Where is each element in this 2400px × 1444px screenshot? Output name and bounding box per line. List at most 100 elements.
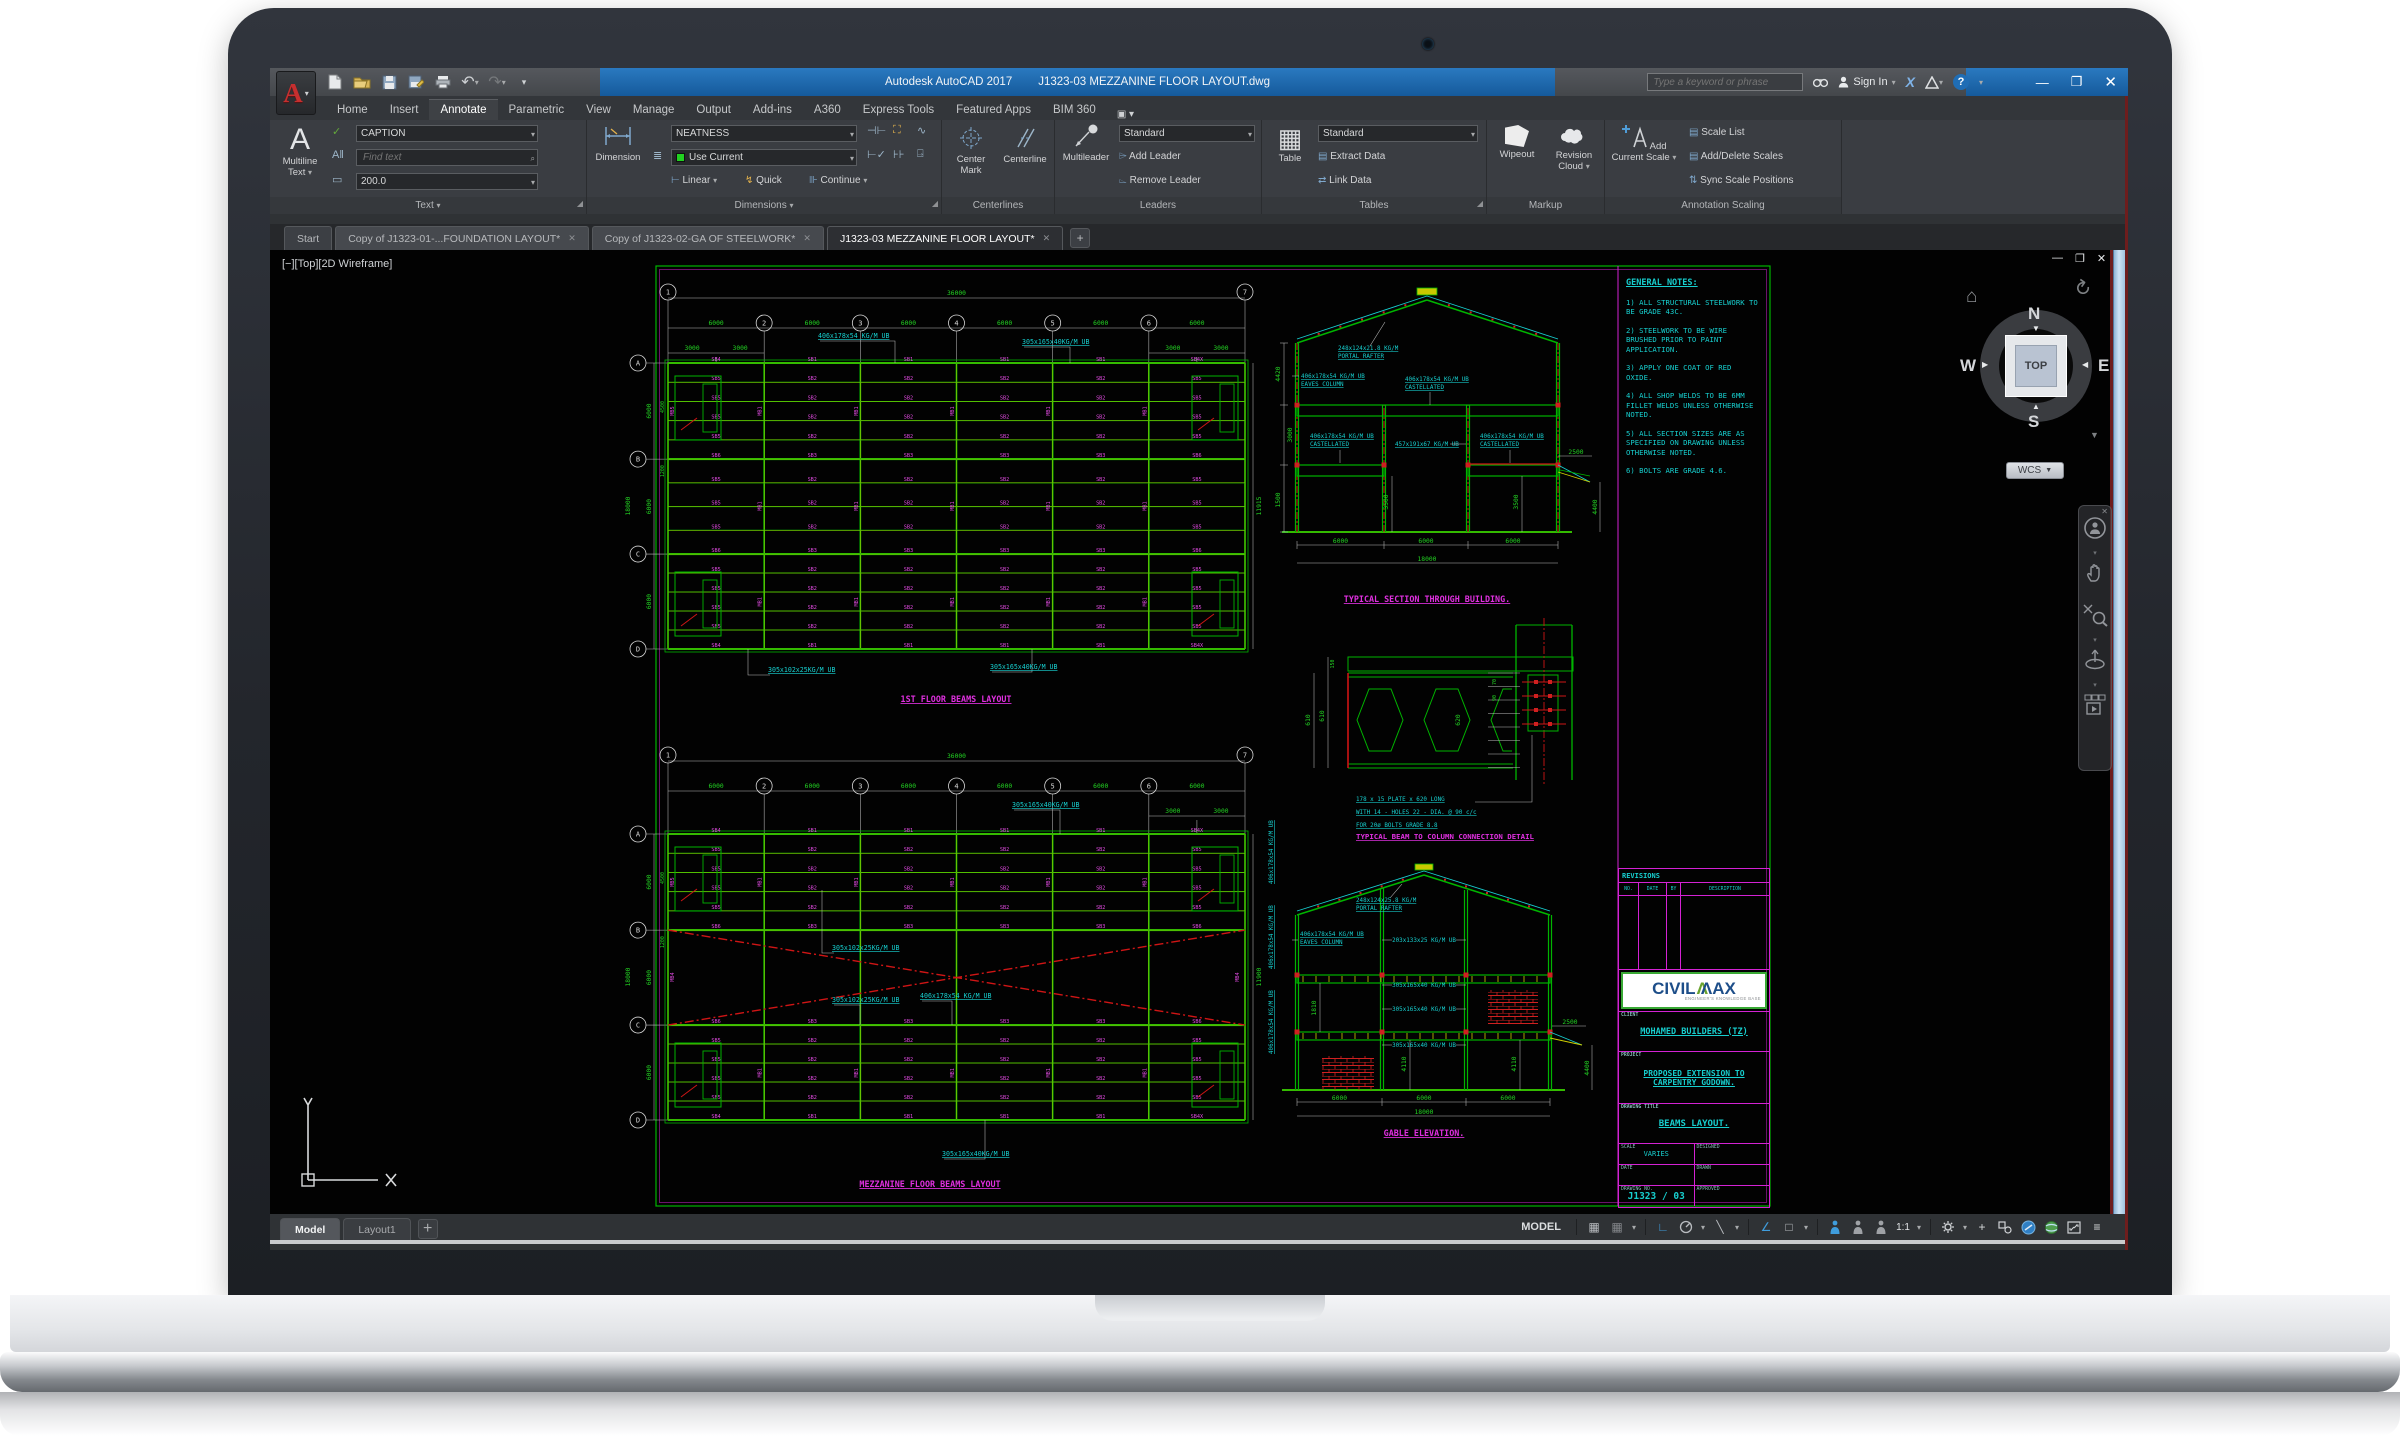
text-height-dropdown[interactable]: 200.0 ▾ <box>356 173 538 190</box>
signin-caret-icon[interactable]: ▾ <box>1892 78 1896 87</box>
restore-button[interactable]: ❐ <box>2071 74 2083 90</box>
viewcube-caret-icon[interactable]: ▼ <box>2090 430 2099 440</box>
isometric-drafting-icon[interactable]: ╲ <box>1712 1218 1728 1236</box>
navigation-bar[interactable]: ✕ ▾ ▾ ▾ <box>2078 505 2112 771</box>
dimensions-panel-label[interactable]: Dimensions ▾ ◢ <box>587 197 941 214</box>
tab-featured-apps[interactable]: Featured Apps <box>945 100 1042 120</box>
open-file-icon[interactable] <box>353 73 371 91</box>
tab-a360[interactable]: A360 <box>803 100 852 120</box>
table-dialog-launcher-icon[interactable]: ◢ <box>1477 195 1483 212</box>
object-snap-icon[interactable]: □ <box>1781 1218 1797 1236</box>
file-tab-start[interactable]: Start <box>284 226 333 250</box>
center-mark-button[interactable]: Center Mark <box>946 125 996 176</box>
text-align-icon[interactable]: A‖ <box>332 149 344 161</box>
viewcube-arrow-s-icon[interactable]: ▲ <box>2032 402 2040 411</box>
search-binoculars-icon[interactable] <box>1813 76 1829 88</box>
leader-style-dropdown[interactable]: Standard ▾ <box>1119 125 1255 142</box>
crosshair-icon[interactable]: + <box>1974 1218 1990 1236</box>
fullscreen-icon[interactable] <box>2066 1218 2082 1236</box>
osnap-caret-icon[interactable]: ▾ <box>1804 1223 1808 1232</box>
help-icon[interactable]: ? <box>1952 74 1969 90</box>
wcs-dropdown[interactable]: WCS ▼ <box>2006 462 2064 479</box>
save-as-icon[interactable] <box>407 73 425 91</box>
annotation-scale-value[interactable]: 1:1 <box>1896 1222 1910 1233</box>
viewcube-arrow-w-icon[interactable]: ▶ <box>1982 360 1988 369</box>
application-menu-button[interactable]: A ▾ <box>276 71 316 115</box>
viewcube-north[interactable]: N <box>2028 304 2040 324</box>
file-tab-ga-of-steelwork[interactable]: Copy of J1323-02-GA OF STEELWORK* ✕ <box>591 226 824 250</box>
vertical-scrollbar[interactable] <box>2113 250 2125 1214</box>
autoscale-icon[interactable] <box>1850 1218 1866 1236</box>
table-button[interactable]: ▦ Table <box>1268 123 1312 164</box>
help-search-input[interactable] <box>1647 73 1804 91</box>
dim-baseline-icon[interactable]: ⊦⊦ <box>893 148 904 161</box>
tables-panel-label[interactable]: Tables ◢ <box>1262 197 1486 214</box>
close-tab-icon[interactable]: ✕ <box>1043 233 1051 244</box>
dim-style-dropdown[interactable]: NEATNESS ▾ <box>671 125 857 142</box>
vp-restore-icon[interactable]: ❐ <box>2075 252 2085 265</box>
snap-caret-icon[interactable]: ▾ <box>1632 1223 1636 1232</box>
pan-icon[interactable] <box>2083 561 2107 590</box>
add-leader-button[interactable]: ⌲ Add Leader <box>1119 151 1181 162</box>
file-tab-mezzanine-floor-layout[interactable]: J1323-03 MEZZANINE FLOOR LAYOUT* ✕ <box>826 226 1064 250</box>
snap-mode-icon[interactable]: ▦ <box>1609 1218 1625 1236</box>
orbit-icon[interactable] <box>2083 648 2107 677</box>
sign-in-button[interactable]: Sign In ▾ <box>1838 76 1896 88</box>
tab-view[interactable]: View <box>575 100 622 120</box>
multiline-text-button[interactable]: A Multiline Text ▾ <box>274 123 326 178</box>
clean-screen-globe-icon[interactable] <box>2043 1218 2059 1236</box>
polar-tracking-icon[interactable] <box>1678 1218 1694 1236</box>
viewcube-west[interactable]: W <box>1960 356 1976 376</box>
viewcube-south[interactable]: S <box>2028 412 2039 432</box>
polar-caret-icon[interactable]: ▾ <box>1701 1223 1705 1232</box>
viewcube-home-icon[interactable]: ⌂ <box>1966 286 1977 308</box>
annotation-scale-icon[interactable] <box>1873 1218 1889 1236</box>
tab-home[interactable]: Home <box>326 100 379 120</box>
autodesk-exchange-icon[interactable]: X <box>1906 74 1915 90</box>
print-icon[interactable] <box>434 73 452 91</box>
annotation-visibility-icon[interactable] <box>1827 1218 1843 1236</box>
zoom-icon[interactable] <box>2082 603 2108 632</box>
app-store-icon[interactable]: ▾ <box>1924 75 1943 89</box>
ortho-mode-icon[interactable]: ∟ <box>1655 1218 1671 1236</box>
dim-break-icon[interactable]: ⊣⊢ <box>867 124 886 137</box>
remove-leader-button[interactable]: ⌳ Remove Leader <box>1119 175 1201 186</box>
table-style-dropdown[interactable]: Standard ▾ <box>1318 125 1478 142</box>
model-space-indicator[interactable]: MODEL <box>1521 1221 1561 1233</box>
showmotion-icon[interactable] <box>2083 693 2107 722</box>
redo-icon[interactable]: ↷ ▾ <box>488 73 506 91</box>
viewport-controls[interactable]: [−][Top][2D Wireframe] <box>282 258 392 270</box>
save-icon[interactable] <box>380 73 398 91</box>
close-tab-icon[interactable]: ✕ <box>803 233 811 244</box>
dim-ordinate-icon[interactable]: ⍈ <box>917 148 924 161</box>
quick-dimension-button[interactable]: ↯ Quick <box>745 175 782 186</box>
dim-layer-dropdown[interactable]: Use Current ▾ <box>671 149 857 166</box>
find-icon[interactable]: ⌕ <box>531 151 535 165</box>
dim-update-icon[interactable]: ⊢✓ <box>867 148 886 161</box>
tab-express-tools[interactable]: Express Tools <box>852 100 945 120</box>
navigation-wheel-icon[interactable] <box>2083 516 2107 545</box>
grid-display-icon[interactable]: ▦ <box>1586 1218 1602 1236</box>
new-file-icon[interactable] <box>326 73 344 91</box>
model-tab[interactable]: Model <box>280 1218 341 1240</box>
new-layout-button[interactable]: + <box>417 1219 438 1239</box>
add-delete-scales-button[interactable]: ▤ Add/Delete Scales <box>1689 151 1783 162</box>
add-current-scale-button[interactable]: Add Current Scale ▾ <box>1611 123 1677 163</box>
close-tab-icon[interactable]: ✕ <box>568 233 576 244</box>
dim-jog-icon[interactable]: ∿ <box>917 124 926 137</box>
check-spelling-icon[interactable]: ✓ <box>332 125 341 138</box>
file-tab-foundation-layout[interactable]: Copy of J1323-01-...FOUNDATION LAYOUT* ✕ <box>335 226 589 250</box>
link-data-button[interactable]: ⇄ Link Data <box>1318 175 1371 186</box>
minimize-button[interactable]: — <box>2036 75 2049 90</box>
wipeout-button[interactable]: Wipeout <box>1491 125 1543 160</box>
tab-annotate[interactable]: Annotate <box>429 99 498 120</box>
close-button[interactable]: ✕ <box>2104 73 2117 91</box>
text-panel-label[interactable]: Text ▾ ◢ <box>270 197 586 214</box>
linear-button[interactable]: ⊢ Linear ▾ <box>671 175 717 186</box>
extract-data-button[interactable]: ▤ Extract Data <box>1318 151 1385 162</box>
vp-close-icon[interactable]: ✕ <box>2097 252 2106 265</box>
continue-button[interactable]: ⊪ Continue ▾ <box>809 175 867 186</box>
revision-cloud-button[interactable]: Revision Cloud ▾ <box>1547 125 1601 172</box>
viewcube-rotate-icon[interactable]: ↻ <box>2068 273 2096 303</box>
undo-icon[interactable]: ↶ ▾ <box>461 73 479 91</box>
